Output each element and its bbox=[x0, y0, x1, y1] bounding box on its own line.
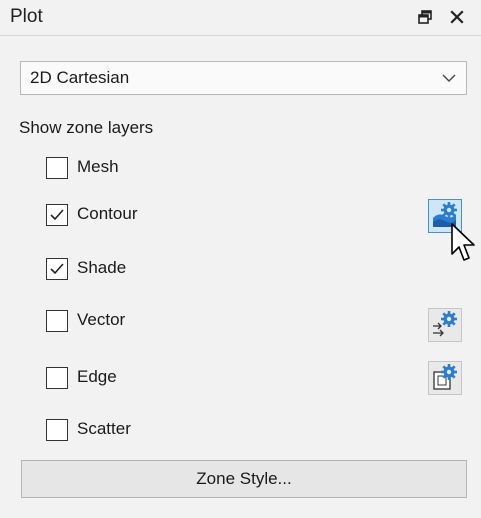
zone-layers-heading: Show zone layers bbox=[19, 118, 154, 137]
contour-label[interactable]: Contour bbox=[77, 204, 137, 224]
float-window-button[interactable] bbox=[413, 5, 437, 29]
checkmark-icon bbox=[50, 209, 64, 221]
edge-settings-icon bbox=[433, 364, 457, 390]
plot-panel: Plot 2D Cartesian Show zone layers Mesh bbox=[0, 0, 481, 518]
scatter-checkbox[interactable] bbox=[46, 419, 68, 441]
vector-label[interactable]: Vector bbox=[77, 310, 125, 330]
shade-label[interactable]: Shade bbox=[77, 258, 126, 278]
float-window-icon bbox=[418, 10, 432, 24]
layer-row-vector: Vector bbox=[46, 309, 446, 333]
close-panel-button[interactable] bbox=[445, 5, 469, 29]
edge-checkbox[interactable] bbox=[46, 367, 68, 389]
close-icon bbox=[450, 10, 464, 24]
layer-row-scatter: Scatter bbox=[46, 418, 446, 442]
checkmark-icon bbox=[50, 263, 64, 275]
layer-row-edge: Edge bbox=[46, 366, 446, 390]
vector-settings-button[interactable] bbox=[428, 308, 462, 342]
contour-settings-icon bbox=[433, 202, 457, 227]
vector-checkbox[interactable] bbox=[46, 310, 68, 332]
edge-label[interactable]: Edge bbox=[77, 367, 117, 387]
plot-type-value: 2D Cartesian bbox=[30, 68, 130, 87]
chevron-down-icon bbox=[442, 74, 456, 82]
contour-checkbox[interactable] bbox=[46, 204, 68, 226]
vector-settings-icon bbox=[433, 311, 457, 337]
panel-title: Plot bbox=[10, 6, 43, 27]
zone-style-button[interactable]: Zone Style... bbox=[21, 460, 467, 498]
layer-row-shade: Shade bbox=[46, 257, 446, 281]
plot-type-dropdown[interactable]: 2D Cartesian bbox=[20, 61, 467, 95]
shade-checkbox[interactable] bbox=[46, 258, 68, 280]
scatter-label[interactable]: Scatter bbox=[77, 419, 131, 439]
layer-row-contour: Contour bbox=[46, 203, 446, 227]
zone-style-button-label: Zone Style... bbox=[196, 469, 292, 488]
mesh-checkbox[interactable] bbox=[46, 157, 68, 179]
panel-titlebar: Plot bbox=[0, 0, 481, 36]
contour-settings-button[interactable] bbox=[428, 199, 462, 233]
mesh-label[interactable]: Mesh bbox=[77, 157, 119, 177]
edge-settings-button[interactable] bbox=[428, 361, 462, 395]
layer-row-mesh: Mesh bbox=[46, 156, 446, 180]
